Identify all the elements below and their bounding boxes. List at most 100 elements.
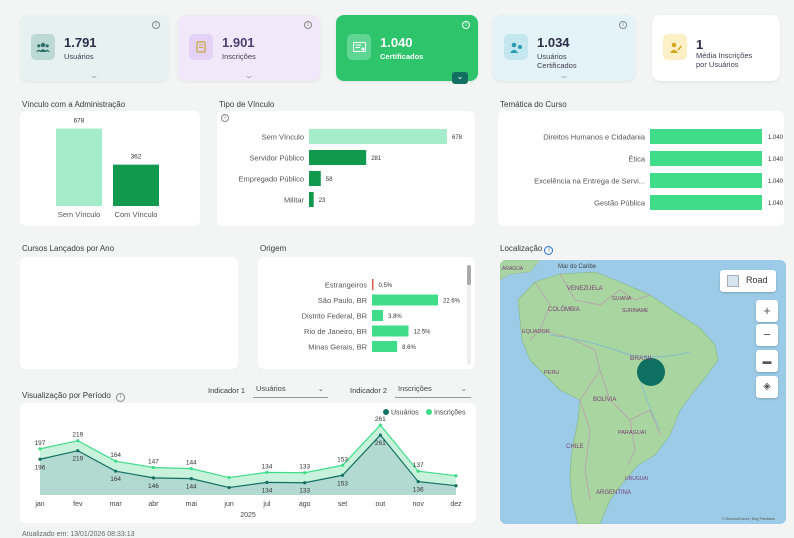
section-title-tipo-vinculo: Tipo de Vínculo bbox=[219, 100, 275, 109]
bar bbox=[372, 279, 374, 290]
section-title-tematica: Temática do Curso bbox=[500, 100, 567, 109]
data-label: 8.6% bbox=[402, 345, 416, 351]
map-label: URUGUAI bbox=[625, 476, 648, 482]
bar bbox=[56, 128, 102, 206]
data-label: 144 bbox=[186, 484, 197, 491]
chevron-down-icon[interactable]: ⌄ bbox=[244, 71, 255, 80]
category-label: Gestão Pública bbox=[594, 199, 646, 208]
point-usuarios bbox=[189, 477, 193, 481]
kpi-value: 1 bbox=[696, 37, 704, 52]
category-label: Sem Vínculo bbox=[261, 133, 304, 142]
bar bbox=[309, 150, 367, 165]
chevron-down-icon[interactable]: ⌄ bbox=[559, 71, 570, 80]
point-inscricoes bbox=[265, 470, 269, 474]
chevron-down-icon: ⌄ bbox=[460, 384, 467, 393]
point-inscricoes bbox=[340, 463, 345, 467]
category-label: Rio de Janeiro, BR bbox=[304, 327, 368, 336]
tematica-bar-chart: Direitos Humanos e Cidadania 1.040 Ética 1.… bbox=[534, 129, 784, 210]
category-label: São Paulo, BR bbox=[318, 296, 368, 305]
tick-label: abr bbox=[148, 501, 159, 508]
kpi-value: 1.901 bbox=[222, 35, 255, 50]
data-label: 12.5% bbox=[414, 330, 432, 336]
kpi-card-certificados[interactable]: 1.040 Certificados i ⌄ bbox=[336, 15, 478, 84]
map-label: PARAGUAI bbox=[618, 430, 646, 436]
south-america-map[interactable]: Mar do Caribe VENEZUELA COLÔMBIA GUIANA … bbox=[500, 260, 786, 524]
info-icon[interactable]: i bbox=[116, 393, 126, 402]
bar bbox=[372, 294, 438, 306]
map-label: COLÔMBIA bbox=[548, 306, 580, 313]
indicador1-select[interactable]: Usuários ⌄ bbox=[253, 384, 328, 398]
kpi-card-media-inscricoes[interactable]: 1 Média Inscrições por Usuários bbox=[652, 15, 780, 81]
map-style-button[interactable]: Road bbox=[720, 270, 776, 292]
kpi-card-inscricoes[interactable]: 1.901 Inscrições i ⌄ bbox=[178, 15, 320, 81]
point-inscricoes bbox=[151, 465, 156, 470]
user-check-icon bbox=[504, 34, 528, 60]
map-label: ARAGUA bbox=[502, 266, 524, 272]
data-label: 134 bbox=[261, 487, 272, 494]
data-label: 153 bbox=[337, 456, 348, 463]
scrollbar[interactable] bbox=[467, 265, 471, 365]
legend-label: Inscrições bbox=[434, 410, 466, 417]
origem-bar-chart: Estrangeiros 0.5% São Paulo, BR 22.6% Distri… bbox=[302, 279, 461, 352]
user-edit-icon bbox=[663, 34, 687, 60]
map-attribution: © Microsoft Azure, Bing Feedback bbox=[722, 517, 775, 521]
info-icon[interactable]: i bbox=[304, 21, 312, 29]
kpi-card-usuarios-certificados[interactable]: 1.034 Usuários Certificados i ⌄ bbox=[493, 15, 635, 81]
kpi-label: Média Inscrições por Usuários bbox=[696, 51, 753, 69]
zoom-out-button[interactable]: − bbox=[756, 324, 778, 346]
map-localizacao[interactable]: Mar do Caribe VENEZUELA COLÔMBIA GUIANA … bbox=[500, 260, 786, 524]
kpi-label: Inscrições bbox=[222, 52, 256, 61]
point-usuarios bbox=[227, 485, 231, 490]
users-icon bbox=[31, 34, 55, 60]
bar bbox=[309, 129, 447, 144]
map-bubble[interactable] bbox=[637, 358, 665, 386]
indicador2-select[interactable]: Inscrições ⌄ bbox=[395, 384, 471, 398]
zoom-in-button[interactable]: + bbox=[756, 300, 778, 322]
certificate-icon bbox=[347, 34, 371, 60]
tick-label: out bbox=[375, 501, 385, 508]
data-label: 134 bbox=[261, 463, 272, 470]
kpi-card-usuarios[interactable]: 1.791 Usuários i ⌄ bbox=[20, 15, 168, 81]
chevron-down-icon[interactable]: ⌄ bbox=[89, 71, 100, 80]
info-icon[interactable]: i bbox=[544, 246, 554, 255]
indicador2-label: Indicador 2 bbox=[350, 386, 388, 395]
tilt-button[interactable]: ▬ bbox=[756, 350, 778, 372]
kpi-label: Usuários bbox=[64, 52, 94, 61]
data-label: 164 bbox=[110, 452, 121, 459]
category-label: Empregado Público bbox=[239, 175, 304, 184]
section-title-localizacao: Localização i bbox=[500, 244, 554, 255]
info-icon[interactable]: i bbox=[152, 21, 160, 29]
point-usuarios bbox=[303, 481, 307, 485]
section-title-vinculo: Vínculo com a Administração bbox=[22, 100, 126, 109]
info-icon[interactable]: i bbox=[221, 114, 229, 122]
data-label: 133 bbox=[299, 488, 310, 495]
chart-periodo: 197 196 jan 219 219 fev 164 164 mar 147 146 abr 144 1… bbox=[20, 403, 476, 523]
point-inscricoes bbox=[38, 447, 42, 451]
road-icon bbox=[727, 275, 739, 287]
point-usuarios bbox=[340, 473, 345, 477]
chart-vinculo-admin: 678 Sem Vínculo 362 Com Vínculo bbox=[20, 111, 200, 226]
tick-label: nov bbox=[413, 501, 425, 508]
point-inscricoes bbox=[227, 475, 231, 480]
info-icon[interactable]: i bbox=[462, 21, 470, 29]
tick-label: dez bbox=[450, 501, 462, 508]
bar bbox=[650, 173, 762, 188]
kpi-label: Usuários Certificados bbox=[537, 52, 577, 70]
scrollbar-thumb[interactable] bbox=[467, 265, 471, 285]
category-label: Direitos Humanos e Cidadania bbox=[543, 133, 646, 142]
chart-cursos-ano bbox=[20, 257, 238, 369]
point-inscricoes bbox=[378, 423, 382, 427]
data-label: 261 bbox=[375, 440, 386, 447]
compass-button[interactable]: ◈ bbox=[756, 376, 778, 398]
data-label: 133 bbox=[299, 464, 310, 471]
info-icon[interactable]: i bbox=[619, 21, 627, 29]
kpi-value: 1.034 bbox=[537, 35, 570, 50]
chart-tipo-vinculo: i Sem Vínculo 678 Servidor Público 281 Empre… bbox=[217, 111, 475, 226]
point-usuarios bbox=[416, 480, 420, 484]
point-inscricoes bbox=[416, 469, 420, 473]
data-label: 136 bbox=[413, 487, 424, 494]
data-label: 678 bbox=[452, 135, 463, 141]
chevron-down-icon[interactable]: ⌄ bbox=[452, 72, 468, 84]
data-label: 23 bbox=[319, 198, 326, 204]
section-title-cursos-ano: Cursos Lançados por Ano bbox=[22, 244, 115, 253]
